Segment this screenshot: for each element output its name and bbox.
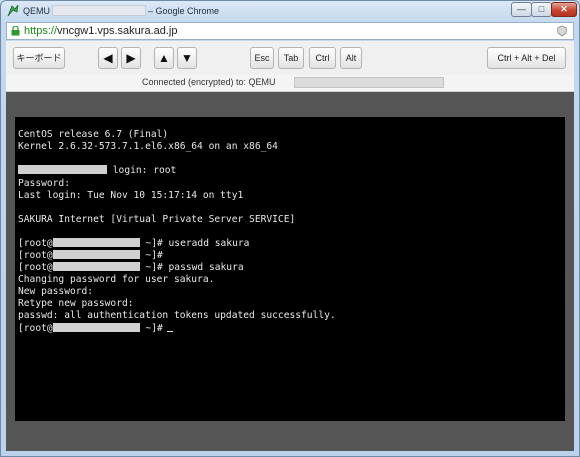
redacted-hostname <box>52 262 140 271</box>
console-line: login: root <box>18 165 176 177</box>
minimize-icon: — <box>517 4 526 14</box>
ctrl-alt-del-button[interactable]: Ctrl + Alt + Del <box>487 47 566 69</box>
console-line: Retype new password: <box>18 298 134 309</box>
page-content: キーボード ◀ ▶ ▲ ▼ Esc Tab Ctrl Alt Ctrl + Al… <box>6 41 574 451</box>
console-line: Password: <box>18 178 70 189</box>
page-action-icon[interactable] <box>556 25 568 37</box>
vnc-console[interactable]: CentOS release 6.7 (Final) Kernel 2.6.32… <box>15 117 565 421</box>
close-icon: ✕ <box>560 4 568 14</box>
up-arrow-button[interactable]: ▲ <box>154 47 174 69</box>
redacted-title <box>52 5 146 16</box>
console-line: [root@ ~]# <box>18 323 173 335</box>
console-text: ~]# <box>139 323 163 334</box>
url-scheme: https:// <box>24 25 58 37</box>
console-line: Last login: Tue Nov 10 15:17:14 on tty1 <box>18 190 244 201</box>
window-title-prefix: QEMU <box>23 6 50 16</box>
ctrl-button[interactable]: Ctrl <box>309 47 336 69</box>
vnc-toolbar: キーボード ◀ ▶ ▲ ▼ Esc Tab Ctrl Alt Ctrl + Al… <box>6 41 574 76</box>
console-text: ~]# <box>139 250 163 261</box>
url-text[interactable]: https://vncgw1.vps.sakura.ad.jp <box>24 25 177 37</box>
right-arrow-button[interactable]: ▶ <box>121 47 141 69</box>
lock-icon <box>11 26 20 36</box>
console-text: ~]# passwd sakura <box>139 262 244 273</box>
title-bar[interactable]: QEMU – Google Chrome — □ ✕ <box>1 1 579 22</box>
left-arrow-button[interactable]: ◀ <box>98 47 118 69</box>
tab-button[interactable]: Tab <box>278 47 304 69</box>
window-title: QEMU – Google Chrome <box>23 5 219 16</box>
close-button[interactable]: ✕ <box>551 2 577 17</box>
console-text: [root@ <box>18 250 53 261</box>
app-icon <box>7 4 19 17</box>
console-text: login: root <box>107 165 177 176</box>
console-text: [root@ <box>18 323 53 334</box>
console-line: CentOS release 6.7 (Final) <box>18 129 169 140</box>
redacted-hostname <box>52 250 140 259</box>
console-line: Kernel 2.6.32-573.7.1.el6.x86_64 on an x… <box>18 141 278 152</box>
address-bar[interactable]: https://vncgw1.vps.sakura.ad.jp <box>6 22 574 40</box>
esc-button[interactable]: Esc <box>250 47 274 69</box>
console-line: Changing password for user sakura. <box>18 274 215 285</box>
console-line: [root@ ~]# <box>18 250 163 262</box>
browser-window: QEMU – Google Chrome — □ ✕ https://vncgw1… <box>0 0 580 457</box>
minimize-button[interactable]: — <box>511 2 532 17</box>
redacted-host <box>294 77 444 88</box>
console-line: New password: <box>18 286 94 297</box>
text-cursor <box>166 331 173 332</box>
redacted-hostname <box>18 165 107 174</box>
console-text: [root@ <box>18 262 53 273</box>
connection-status-bar: Connected (encrypted) to: QEMU <box>6 75 574 92</box>
console-text: ~]# useradd sakura <box>139 238 250 249</box>
console-line: SAKURA Internet [Virtual Private Server … <box>18 214 296 225</box>
console-text: [root@ <box>18 238 53 249</box>
connection-status-text: Connected (encrypted) to: QEMU <box>142 77 276 87</box>
maximize-icon: □ <box>538 4 545 14</box>
console-line: [root@ ~]# passwd sakura <box>18 262 244 274</box>
down-arrow-button[interactable]: ▼ <box>177 47 197 69</box>
console-line: [root@ ~]# useradd sakura <box>18 238 249 250</box>
window-title-suffix: – Google Chrome <box>148 6 220 16</box>
redacted-hostname <box>52 323 140 332</box>
keyboard-button[interactable]: キーボード <box>13 47 65 69</box>
redacted-hostname <box>52 238 140 247</box>
url-host: vncgw1.vps.sakura.ad.jp <box>57 25 178 37</box>
maximize-button[interactable]: □ <box>531 2 552 17</box>
alt-button[interactable]: Alt <box>340 47 362 69</box>
console-line: passwd: all authentication tokens update… <box>18 310 336 321</box>
